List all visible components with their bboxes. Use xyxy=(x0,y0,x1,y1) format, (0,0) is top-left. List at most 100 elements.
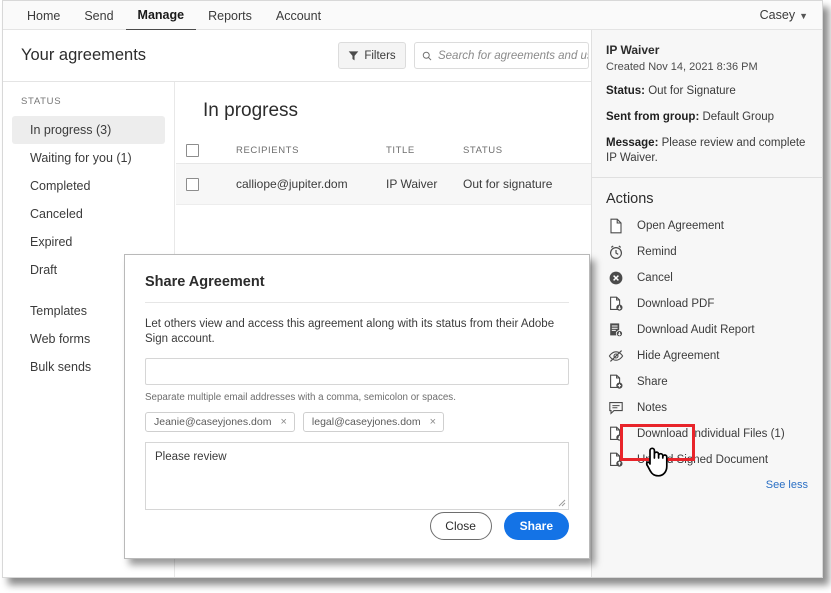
select-all-cell xyxy=(186,144,236,157)
search-input[interactable]: Search for agreements and users... xyxy=(414,42,589,69)
search-icon xyxy=(422,50,432,62)
action-notes[interactable]: Notes xyxy=(592,395,822,421)
alarm-clock-icon xyxy=(608,244,624,260)
eye-off-icon xyxy=(608,348,624,364)
row-select-cell xyxy=(186,178,236,191)
sidebar-item-waiting-for-you[interactable]: Waiting for you (1) xyxy=(12,144,165,172)
close-icon[interactable]: × xyxy=(280,417,286,427)
share-message-textarea[interactable]: Please review xyxy=(145,442,569,510)
details-message: Message: Please review and complete IP W… xyxy=(606,136,808,166)
share-document-icon xyxy=(608,374,624,390)
top-nav-items: Home Send Manage Reports Account xyxy=(3,1,822,30)
action-share-label: Share xyxy=(637,376,668,388)
download-files-icon xyxy=(608,426,624,442)
dialog-buttons: Close Share xyxy=(430,512,569,540)
share-agreement-dialog: Share Agreement Let others view and acce… xyxy=(124,254,590,559)
action-open-agreement[interactable]: Open Agreement xyxy=(592,213,822,239)
app-root: Home Send Manage Reports Account Casey▼ … xyxy=(0,0,831,593)
dialog-description: Let others view and access this agreemen… xyxy=(125,303,589,347)
content-header: Your agreements Filters Search for agree… xyxy=(3,30,591,82)
share-email-input[interactable] xyxy=(145,358,569,385)
share-button[interactable]: Share xyxy=(504,512,569,540)
sidebar-item-in-progress[interactable]: In progress (3) xyxy=(12,116,165,144)
select-all-checkbox[interactable] xyxy=(186,144,199,157)
sidebar-group-label: STATUS xyxy=(3,82,174,116)
share-recipient-chips: Jeanie@caseyjones.dom × legal@caseyjones… xyxy=(125,403,589,432)
action-notes-label: Notes xyxy=(637,402,667,414)
recipient-chip-label: Jeanie@caseyjones.dom xyxy=(154,416,271,428)
actions-title: Actions xyxy=(592,178,822,213)
details-group-value: Default Group xyxy=(702,111,774,123)
top-navigation-bar: Home Send Manage Reports Account Casey▼ xyxy=(3,1,822,30)
action-share[interactable]: Share xyxy=(592,369,822,395)
cell-recipients: calliope@jupiter.dom xyxy=(236,177,386,191)
close-button[interactable]: Close xyxy=(430,512,492,540)
sidebar-item-canceled[interactable]: Canceled xyxy=(12,200,165,228)
nav-item-account[interactable]: Account xyxy=(264,2,333,30)
share-email-hint: Separate multiple email addresses with a… xyxy=(125,385,589,403)
user-menu-label: Casey xyxy=(760,8,795,22)
action-upload-signed-document-label: Upload Signed Document xyxy=(637,454,768,466)
action-cancel[interactable]: Cancel xyxy=(592,265,822,291)
details-message-label: Message: xyxy=(606,137,658,149)
nav-item-manage[interactable]: Manage xyxy=(126,1,197,31)
column-header-status[interactable]: STATUS xyxy=(463,145,591,156)
sidebar-item-completed[interactable]: Completed xyxy=(12,172,165,200)
action-download-pdf[interactable]: Download PDF xyxy=(592,291,822,317)
filter-icon xyxy=(348,50,359,61)
action-download-individual-files[interactable]: Download Individual Files (1) xyxy=(592,421,822,447)
column-header-title[interactable]: TITLE xyxy=(386,145,463,156)
details-agreement-title: IP Waiver xyxy=(606,43,808,57)
column-header-recipients[interactable]: RECIPIENTS xyxy=(236,145,386,156)
table-row[interactable]: calliope@jupiter.dom IP Waiver Out for s… xyxy=(176,164,591,205)
download-pdf-icon xyxy=(608,296,624,312)
share-message-value: Please review xyxy=(146,443,568,463)
filters-button[interactable]: Filters xyxy=(338,42,406,69)
document-icon xyxy=(608,218,624,234)
action-download-individual-files-label: Download Individual Files (1) xyxy=(637,428,785,440)
sidebar-item-expired[interactable]: Expired xyxy=(12,228,165,256)
filters-button-label: Filters xyxy=(364,50,395,62)
cell-status: Out for signature xyxy=(463,177,591,191)
dialog-title: Share Agreement xyxy=(125,255,589,290)
recipient-chip[interactable]: Jeanie@caseyjones.dom × xyxy=(145,412,295,432)
details-status-value: Out for Signature xyxy=(648,85,736,97)
agreement-details-panel: IP Waiver Created Nov 14, 2021 8:36 PM S… xyxy=(591,30,822,577)
see-less-link[interactable]: See less xyxy=(592,473,822,491)
notes-icon xyxy=(608,400,624,416)
details-status-label: Status: xyxy=(606,85,645,97)
cell-title: IP Waiver xyxy=(386,177,463,191)
agreements-list-title: In progress xyxy=(176,82,591,122)
resize-grip-icon[interactable] xyxy=(557,498,566,507)
action-cancel-label: Cancel xyxy=(637,272,673,284)
details-status: Status: Out for Signature xyxy=(606,84,808,99)
action-hide-agreement[interactable]: Hide Agreement xyxy=(592,343,822,369)
details-group: Sent from group: Default Group xyxy=(606,110,808,125)
search-placeholder: Search for agreements and users... xyxy=(438,50,588,62)
nav-item-reports[interactable]: Reports xyxy=(196,2,264,30)
nav-item-home[interactable]: Home xyxy=(15,2,72,30)
details-section: IP Waiver Created Nov 14, 2021 8:36 PM S… xyxy=(592,30,822,166)
user-menu[interactable]: Casey▼ xyxy=(760,1,808,30)
recipient-chip[interactable]: legal@caseyjones.dom × xyxy=(303,412,444,432)
action-download-audit-report[interactable]: Download Audit Report xyxy=(592,317,822,343)
table-header-row: RECIPIENTS TITLE STATUS xyxy=(176,137,591,164)
action-download-audit-report-label: Download Audit Report xyxy=(637,324,755,336)
browser-page-frame: Home Send Manage Reports Account Casey▼ … xyxy=(2,0,823,578)
cancel-circle-icon xyxy=(608,270,624,286)
upload-document-icon xyxy=(608,452,624,468)
download-audit-icon xyxy=(608,322,624,338)
row-checkbox[interactable] xyxy=(186,178,199,191)
recipient-chip-label: legal@caseyjones.dom xyxy=(312,416,421,428)
action-remind-label: Remind xyxy=(637,246,677,258)
details-group-label: Sent from group: xyxy=(606,111,699,123)
page-title: Your agreements xyxy=(21,46,146,65)
action-open-agreement-label: Open Agreement xyxy=(637,220,724,232)
action-hide-agreement-label: Hide Agreement xyxy=(637,350,719,362)
action-remind[interactable]: Remind xyxy=(592,239,822,265)
nav-item-send[interactable]: Send xyxy=(72,2,125,30)
agreements-table: RECIPIENTS TITLE STATUS calliope@jupiter… xyxy=(176,137,591,205)
action-upload-signed-document[interactable]: Upload Signed Document xyxy=(592,447,822,473)
close-icon[interactable]: × xyxy=(430,417,436,427)
action-download-pdf-label: Download PDF xyxy=(637,298,714,310)
